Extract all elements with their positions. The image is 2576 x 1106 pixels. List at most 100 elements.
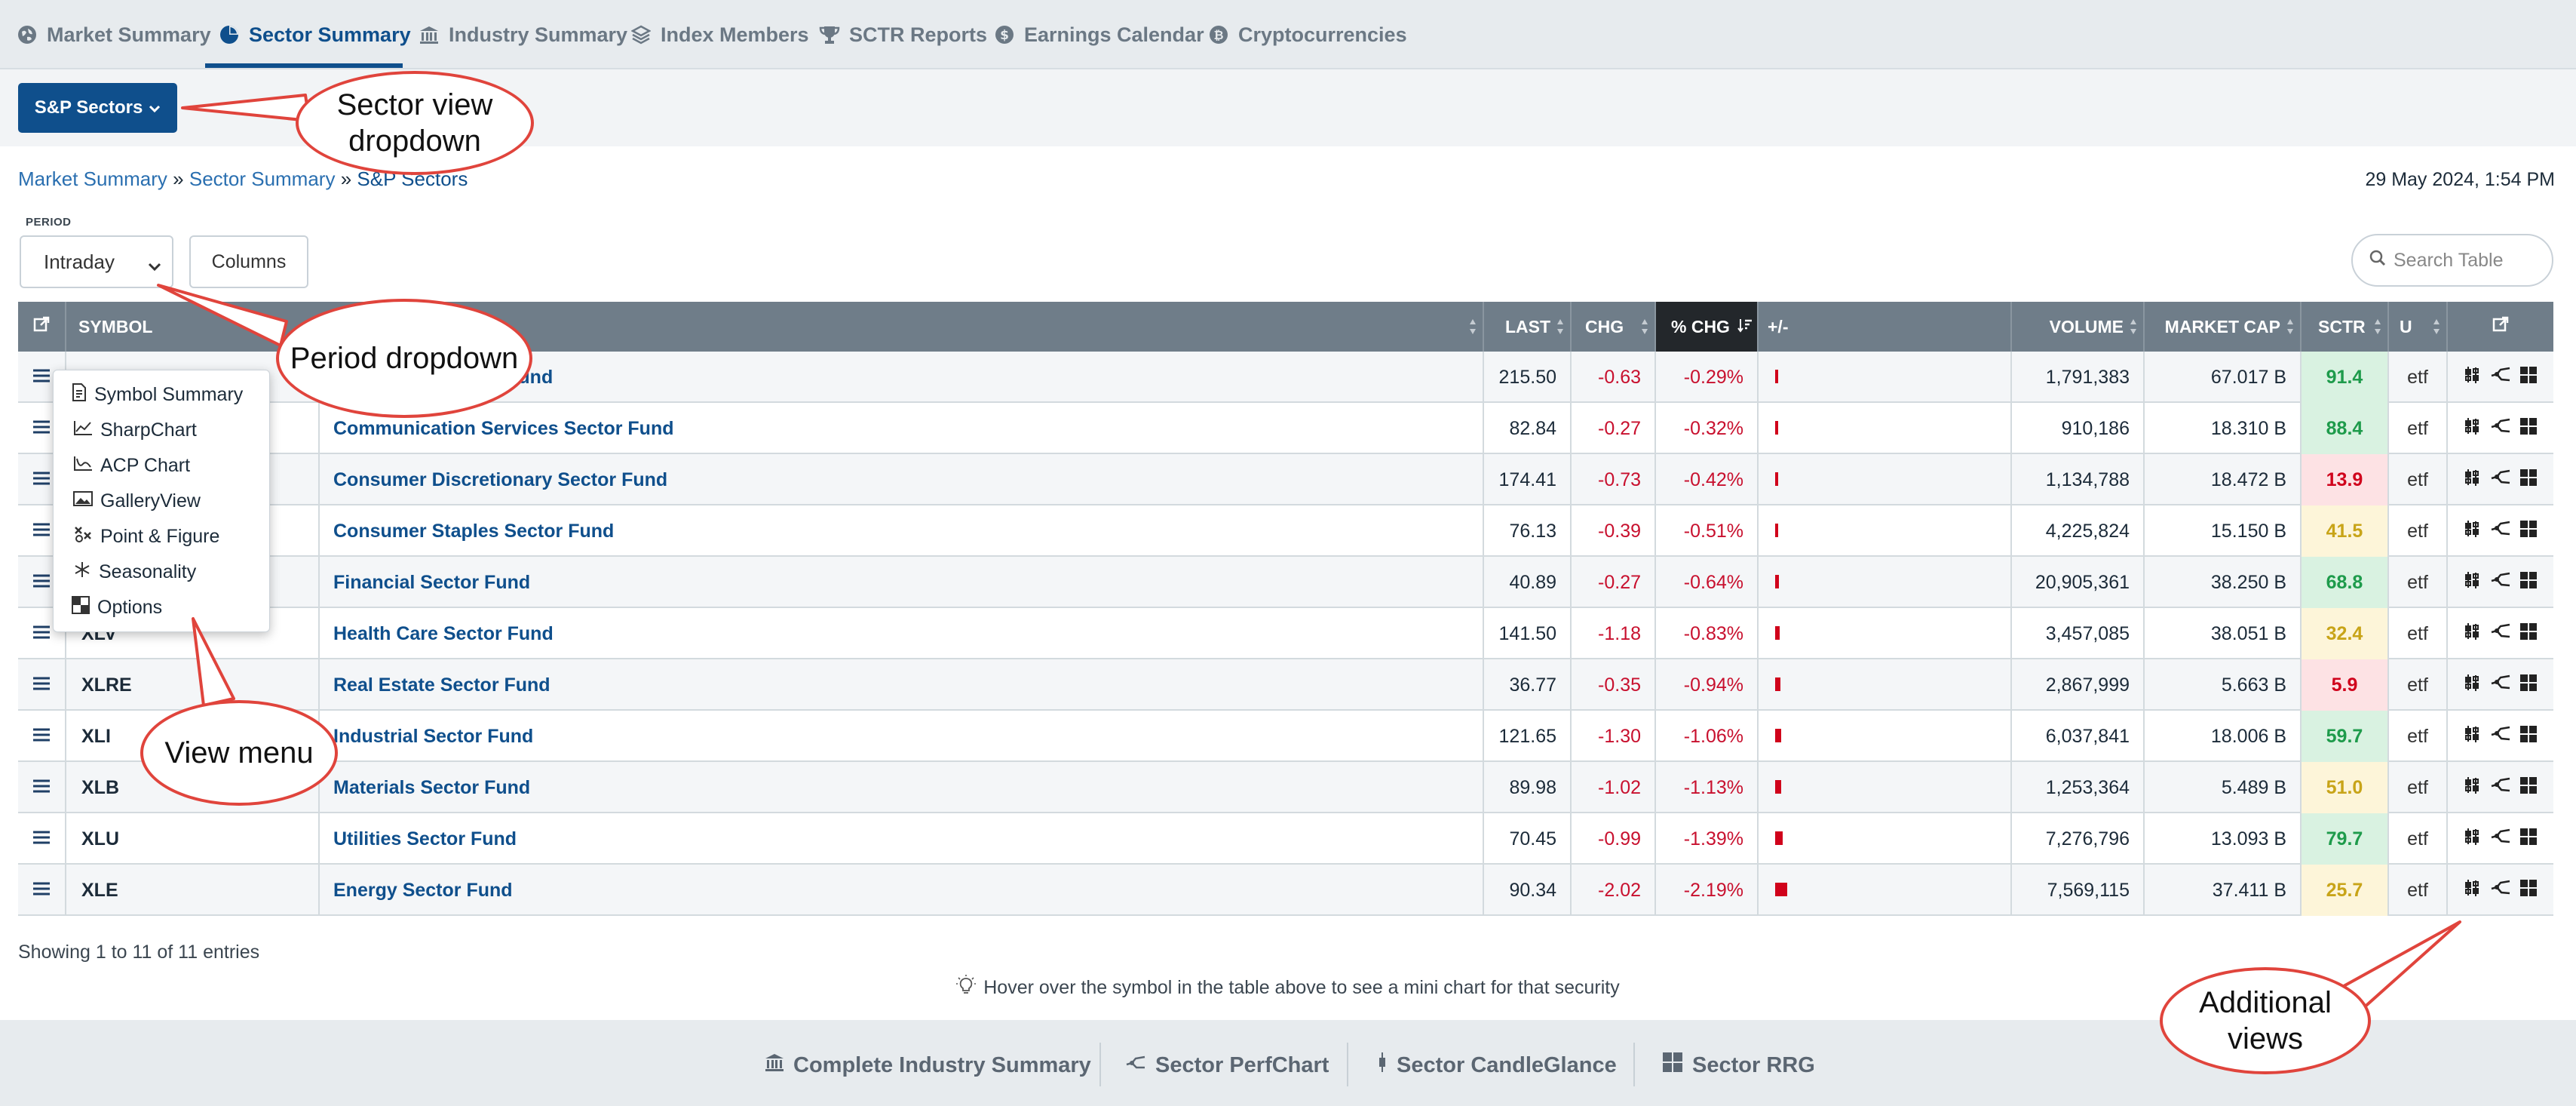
candleglance-icon[interactable] [2464,366,2482,389]
menu-item-symbol-summary[interactable]: Symbol Summary [72,379,243,410]
fund-name-link[interactable]: Energy Sector Fund [320,865,1484,916]
candleglance-icon[interactable] [2464,417,2482,441]
perfchart-icon[interactable] [2491,777,2510,799]
fund-name-link[interactable]: Utilities Sector Fund [320,813,1484,865]
period-dropdown[interactable]: Intraday [20,235,173,288]
symbol-cell[interactable]: XLE [66,865,320,916]
change-bar-cell [1759,403,2012,454]
tab-index-members[interactable]: Index Members [630,18,809,51]
rrg-grid-icon[interactable] [2519,674,2538,697]
perfchart-icon[interactable] [2491,367,2510,389]
universe-value: etf [2389,711,2448,762]
perfchart-icon[interactable] [2491,572,2510,594]
candleglance-icon[interactable] [2464,776,2482,800]
perfchart-icon[interactable] [2491,674,2510,696]
rrg-grid-icon[interactable] [2519,469,2538,492]
menu-item-galleryview[interactable]: GalleryView [73,486,201,516]
tab-sctr-reports[interactable]: SCTR Reports [819,18,987,51]
symbol-cell[interactable]: XLU [66,813,320,865]
breadcrumb-market-summary[interactable]: Market Summary [18,167,167,190]
breadcrumb-sector-summary[interactable]: Sector Summary [189,167,336,190]
rrg-grid-icon[interactable] [2519,776,2538,800]
link-complete-industry-summary[interactable]: Complete Industry Summary [765,1049,1091,1082]
tab-industry-summary[interactable]: Industry Summary [419,18,627,51]
fund-name-link[interactable]: Industrial Sector Fund [320,711,1484,762]
fund-name-link[interactable]: Materials Sector Fund [320,762,1484,813]
bank-icon [765,1052,784,1078]
link-sector-candleglance[interactable]: Sector CandleGlance [1377,1049,1617,1082]
fund-name-link[interactable]: Health Care Sector Fund [320,608,1484,659]
change-bar [1775,472,1778,486]
menu-item-point-figure[interactable]: Point & Figure [73,521,219,551]
fund-name-link[interactable]: Communication Services Sector Fund [320,403,1484,454]
open-all-charts-header[interactable] [2448,302,2553,352]
rrg-grid-icon[interactable] [2519,520,2538,543]
header-chg[interactable]: CHG [1572,302,1656,352]
universe-value: etf [2389,454,2448,505]
fund-name-link[interactable]: Consumer Staples Sector Fund [320,505,1484,557]
rrg-grid-icon[interactable] [2519,725,2538,748]
menu-item-acp-chart[interactable]: ACP Chart [73,450,190,481]
rrg-grid-icon[interactable] [2519,366,2538,389]
perfchart-icon[interactable] [2491,880,2510,902]
menu-item-seasonality[interactable]: Seasonality [73,557,196,587]
row-menu-button[interactable] [18,659,66,711]
additional-views-cell [2448,762,2553,813]
chevron-down-icon [149,97,161,118]
rrg-grid-icon[interactable] [2519,571,2538,594]
link-sector-rrg[interactable]: Sector RRG [1662,1049,1815,1082]
candleglance-icon[interactable] [2464,622,2482,646]
change-bar [1775,677,1780,691]
perfchart-icon[interactable] [2491,521,2510,542]
candleglance-icon[interactable] [2464,879,2482,902]
sector-view-dropdown[interactable]: S&P Sectors [18,83,177,133]
change-value: -0.63 [1572,352,1656,403]
menu-item-sharpchart[interactable]: SharpChart [73,415,197,445]
fund-name-link[interactable]: Consumer Discretionary Sector Fund [320,454,1484,505]
header-sctr[interactable]: SCTR [2302,302,2389,352]
tab-cryptocurrencies[interactable]: ₿ Cryptocurrencies [1208,18,1407,51]
change-bar-cell [1759,762,2012,813]
rrg-grid-icon[interactable] [2519,622,2538,646]
candleglance-icon[interactable] [2464,571,2482,594]
candleglance-icon[interactable] [2464,725,2482,748]
tab-market-summary[interactable]: Market Summary [17,18,211,51]
menu-item-options[interactable]: Options [72,592,162,622]
row-menu-button[interactable] [18,762,66,813]
header-u[interactable]: U [2389,302,2448,352]
link-sector-perfchart[interactable]: Sector PerfChart [1125,1049,1329,1082]
rrg-grid-icon[interactable] [2519,879,2538,902]
header-last[interactable]: LAST [1484,302,1572,352]
candleglance-icon[interactable] [2464,674,2482,697]
search-input[interactable]: Search Table [2351,234,2553,287]
perfchart-icon[interactable] [2491,828,2510,850]
header-pct-chg[interactable]: % CHG [1656,302,1759,352]
symbol-cell[interactable]: XLRE [66,659,320,711]
rrg-grid-icon[interactable] [2519,417,2538,441]
tab-label: SCTR Reports [849,23,988,46]
perfchart-icon[interactable] [2491,726,2510,748]
footer-divider [1099,1043,1101,1086]
candleglance-icon[interactable] [2464,828,2482,851]
candleglance-icon[interactable] [2464,520,2482,543]
header-symbol-label: SYMBOL [78,316,153,336]
open-all-header[interactable] [18,302,66,352]
fund-name-link[interactable]: Financial Sector Fund [320,557,1484,608]
tab-earnings-calendar[interactable]: $ Earnings Calendar [994,18,1204,51]
row-menu-button[interactable] [18,813,66,865]
sctr-value: 5.9 [2302,659,2389,711]
perfchart-icon[interactable] [2491,623,2510,645]
table-row: XLI Industrial Sector Fund 121.65 -1.30 -1.0… [18,711,2553,762]
perfchart-icon[interactable] [2491,469,2510,491]
tab-sector-summary[interactable]: Sector Summary [219,18,411,51]
row-menu-button[interactable] [18,865,66,916]
header-market-cap[interactable]: MARKET CAP [2145,302,2302,352]
change-bar [1775,729,1781,742]
perfchart-icon[interactable] [2491,418,2510,440]
columns-button[interactable]: Columns [189,235,308,288]
candleglance-icon[interactable] [2464,469,2482,492]
row-menu-button[interactable] [18,711,66,762]
header-volume[interactable]: VOLUME [2012,302,2145,352]
rrg-grid-icon[interactable] [2519,828,2538,851]
fund-name-link[interactable]: Real Estate Sector Fund [320,659,1484,711]
